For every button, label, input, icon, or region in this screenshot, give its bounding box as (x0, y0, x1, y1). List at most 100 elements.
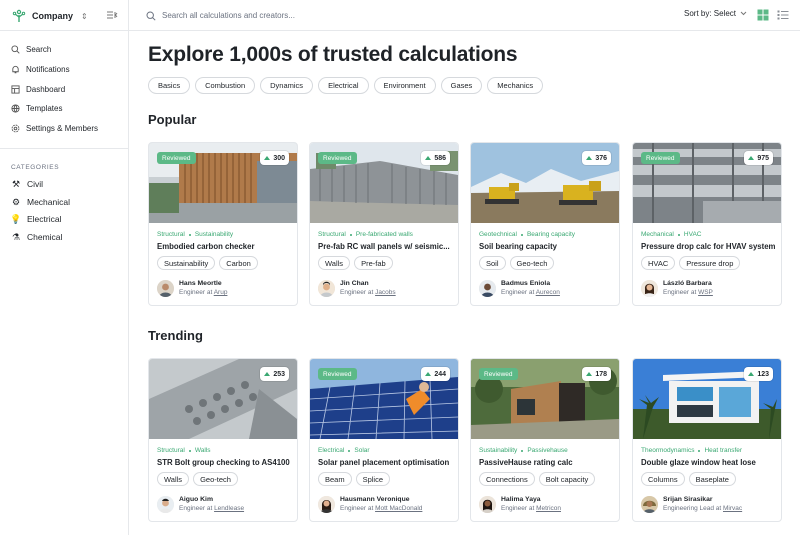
upvote-arrow-icon (586, 156, 593, 160)
card-author[interactable]: Halima Yaya Engineer at Metricon (479, 495, 561, 513)
pill[interactable]: Columns (641, 472, 685, 486)
collapse-sidebar-icon[interactable] (106, 9, 118, 21)
calc-card[interactable]: Reviewed 300 Structural Sustainability Em… (148, 142, 298, 306)
tag-primary: Mechanical (641, 231, 674, 238)
filter-chip-environment[interactable]: Environment (373, 77, 436, 94)
avatar (157, 279, 174, 297)
sort-label: Sort by: Select (684, 9, 737, 18)
vote-value: 975 (757, 154, 769, 162)
calc-card[interactable]: 123 Theormodynamics Heat transfer Double … (632, 358, 782, 522)
category-mechanical[interactable]: ⚙ Mechanical (11, 195, 70, 209)
author-role-text: Engineer at (179, 289, 213, 296)
author-company-link[interactable]: WSP (698, 289, 713, 296)
tag-secondary: Walls (194, 447, 211, 454)
filter-chip-basics[interactable]: Basics (148, 77, 191, 94)
author-role: Engineering Lead at Mirvac (663, 504, 742, 513)
tag-primary: Sustainability (479, 447, 518, 454)
calc-card[interactable]: Reviewed 178 Sustainability Passivehause … (470, 358, 620, 522)
sidebar-item-label: Notifications (26, 64, 70, 74)
tag-primary: Structural (157, 447, 185, 454)
vote-value: 253 (273, 370, 285, 378)
chevron-up-down-icon: ⇕ (81, 11, 88, 21)
card-author[interactable]: Aiguo Kim Engineer at Lendlease (157, 495, 244, 513)
pill[interactable]: Walls (318, 256, 351, 270)
card-author[interactable]: Srijan Sirasikar Engineering Lead at Mirv… (641, 495, 742, 513)
grid-view-icon[interactable] (757, 9, 769, 21)
filter-chip-combustion[interactable]: Combustion (195, 77, 256, 94)
author-company-link[interactable]: Mirvac (723, 505, 742, 512)
upvote-arrow-icon (264, 156, 271, 160)
company-switcher[interactable]: Company ⇕ (12, 7, 88, 25)
sort-dropdown[interactable]: Sort by: Select (684, 9, 747, 18)
list-view-icon[interactable] (777, 9, 789, 21)
pill[interactable]: Walls (157, 472, 190, 486)
pill[interactable]: Geo-tech (509, 256, 555, 270)
pill[interactable]: Bolt capacity (538, 472, 596, 486)
card-tags: Structural Pre-fabricated walls (318, 231, 413, 238)
card-author[interactable]: Hausmann Veronique Engineer at Mott MacDo… (318, 495, 422, 513)
card-pills: Beam Splice (318, 472, 391, 486)
pill[interactable]: Soil (479, 256, 506, 270)
author-company-link[interactable]: Jacobs (375, 289, 396, 296)
pill[interactable]: Splice (355, 472, 391, 486)
author-company-link[interactable]: Aurecon (536, 289, 560, 296)
author-name: Hausmann Veronique (340, 496, 410, 503)
upvote-count[interactable]: 300 (260, 151, 289, 165)
sidebar-item-dashboard[interactable]: Dashboard (11, 82, 65, 96)
upvote-count[interactable]: 178 (582, 367, 611, 381)
sidebar-item-search[interactable]: Search (11, 42, 51, 56)
category-civil[interactable]: ⚒ Civil (11, 177, 43, 191)
upvote-count[interactable]: 123 (744, 367, 773, 381)
top-bar: Company ⇕ Search all calculations and cr… (0, 0, 800, 31)
upvote-count[interactable]: 253 (260, 367, 289, 381)
pill[interactable]: Geo-tech (193, 472, 238, 486)
upvote-count[interactable]: 244 (421, 367, 450, 381)
author-company-link[interactable]: Metricon (536, 505, 561, 512)
filter-chip-gases[interactable]: Gases (440, 77, 483, 94)
pill[interactable]: Sustainability (157, 256, 216, 270)
tag-secondary: Heat transfer (704, 447, 743, 454)
search-bar[interactable]: Search all calculations and creators... (146, 8, 446, 23)
category-label: Chemical (27, 232, 63, 242)
avatar (479, 279, 496, 297)
author-name: László Barbara (663, 280, 712, 287)
upvote-arrow-icon (264, 372, 271, 376)
filter-chip-dynamics[interactable]: Dynamics (260, 77, 314, 94)
filter-chip-electrical[interactable]: Electrical (318, 77, 369, 94)
filter-chip-mechanics[interactable]: Mechanics (487, 77, 544, 94)
pill[interactable]: Connections (479, 472, 535, 486)
search-icon (146, 10, 156, 21)
upvote-count[interactable]: 376 (582, 151, 611, 165)
category-label: Civil (27, 179, 44, 189)
calc-card[interactable]: Reviewed 586 Structural Pre-fabricated wa… (309, 142, 459, 306)
pill[interactable]: Pre-fab (354, 256, 393, 270)
calc-card[interactable]: 376 Geotechnical Bearing capacity Soil be… (470, 142, 620, 306)
search-input[interactable]: Search all calculations and creators... (162, 11, 295, 20)
pill[interactable]: Beam (318, 472, 352, 486)
tag-primary: Electrical (318, 447, 345, 454)
pill[interactable]: Carbon (219, 256, 258, 270)
calc-card[interactable]: 253 Structural Walls STR Bolt group check… (148, 358, 298, 522)
author-company-link[interactable]: Mott MacDonald (375, 505, 422, 512)
sidebar-item-settings[interactable]: Settings & Members (11, 121, 98, 135)
card-author[interactable]: Hans Meortle Engineer at Arup (157, 279, 227, 297)
card-author[interactable]: László Barbara Engineer at WSP (641, 279, 713, 297)
card-author[interactable]: Badmus Eniola Engineer at Aurecon (479, 279, 560, 297)
author-role: Engineer at Lendlease (179, 504, 244, 513)
sidebar-item-notifications[interactable]: Notifications (11, 62, 70, 76)
card-pills: Sustainability Carbon (157, 256, 258, 270)
calc-card[interactable]: Reviewed 975 Mechanical HVAC Pressure dro… (632, 142, 782, 306)
pill[interactable]: HVAC (641, 256, 676, 270)
calc-card[interactable]: Reviewed 244 Electrical Solar Solar panel… (309, 358, 459, 522)
author-company-link[interactable]: Arup (214, 289, 228, 296)
author-company-link[interactable]: Lendlease (214, 505, 244, 512)
category-electrical[interactable]: 💡 Electrical (10, 212, 61, 226)
card-author[interactable]: Jin Chan Engineer at Jacobs (318, 279, 396, 297)
pill[interactable]: Pressure drop (679, 256, 741, 270)
pill[interactable]: Baseplate (688, 472, 736, 486)
upvote-count[interactable]: 975 (744, 151, 773, 165)
category-chemical[interactable]: ⚗ Chemical (11, 230, 62, 244)
sidebar-item-templates[interactable]: Templates (11, 101, 62, 115)
company-logo-icon (12, 9, 26, 22)
upvote-count[interactable]: 586 (421, 151, 450, 165)
